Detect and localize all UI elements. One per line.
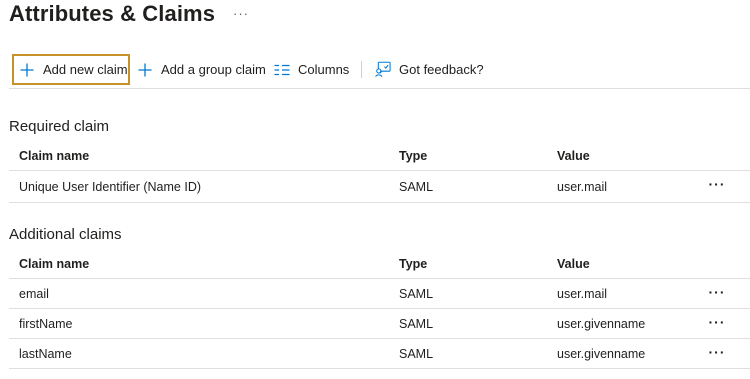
table-header-row: Claim name Type Value <box>9 249 750 279</box>
column-header-type[interactable]: Type <box>399 141 427 171</box>
claim-type-cell: SAML <box>399 347 434 361</box>
additional-claims-heading: Additional claims <box>9 226 122 243</box>
table-row[interactable]: firstName SAML user.givenname ··· <box>9 309 750 339</box>
claim-name-cell: firstName <box>19 317 73 331</box>
required-claims-table: Claim name Type Value Unique User Identi… <box>9 141 750 203</box>
columns-label: Columns <box>298 62 350 77</box>
feedback-icon <box>375 61 391 78</box>
claim-value-cell: user.givenname <box>557 317 646 331</box>
column-header-type[interactable]: Type <box>399 249 427 279</box>
add-new-claim-button[interactable]: Add new claim <box>12 54 130 85</box>
row-more-actions-button[interactable]: ··· <box>705 339 729 369</box>
claim-value-cell: user.givenname <box>557 347 646 361</box>
row-more-actions-button[interactable]: ··· <box>705 279 729 309</box>
claim-name-cell: Unique User Identifier (Name ID) <box>19 180 202 194</box>
claim-value-cell: user.mail <box>557 287 608 301</box>
additional-claims-table: Claim name Type Value email SAML user.ma… <box>9 249 750 369</box>
claim-type-cell: SAML <box>399 180 434 194</box>
column-header-value[interactable]: Value <box>557 141 590 171</box>
column-header-claim-name[interactable]: Claim name <box>19 249 89 279</box>
required-claim-heading: Required claim <box>9 118 110 135</box>
columns-icon <box>274 62 290 78</box>
page-more-button[interactable]: ··· <box>233 6 249 21</box>
columns-button[interactable]: Columns <box>274 54 349 85</box>
claim-type-cell: SAML <box>399 287 434 301</box>
page-title: Attributes & Claims <box>9 1 216 26</box>
table-row[interactable]: email SAML user.mail ··· <box>9 279 750 309</box>
column-header-value[interactable]: Value <box>557 249 590 279</box>
add-group-claim-label: Add a group claim <box>161 62 266 77</box>
feedback-label: Got feedback? <box>399 62 484 77</box>
toolbar-divider <box>361 61 362 78</box>
row-more-actions-button[interactable]: ··· <box>705 171 729 201</box>
command-bar: Add new claim Add a group claim Columns … <box>12 54 742 85</box>
column-header-claim-name[interactable]: Claim name <box>19 141 89 171</box>
table-row[interactable]: lastName SAML user.givenname ··· <box>9 339 750 369</box>
toolbar-divider-line <box>9 88 750 89</box>
claim-value-cell: user.mail <box>557 180 608 194</box>
plus-icon <box>137 62 153 78</box>
claim-name-cell: lastName <box>19 347 72 361</box>
claim-name-cell: email <box>19 287 49 301</box>
add-new-claim-label: Add new claim <box>43 62 128 77</box>
feedback-button[interactable]: Got feedback? <box>375 54 484 85</box>
add-group-claim-button[interactable]: Add a group claim <box>137 54 266 85</box>
table-row[interactable]: Unique User Identifier (Name ID) SAML us… <box>9 171 750 203</box>
table-header-row: Claim name Type Value <box>9 141 750 171</box>
plus-icon <box>19 62 35 78</box>
claim-type-cell: SAML <box>399 317 434 331</box>
row-more-actions-button[interactable]: ··· <box>705 309 729 339</box>
